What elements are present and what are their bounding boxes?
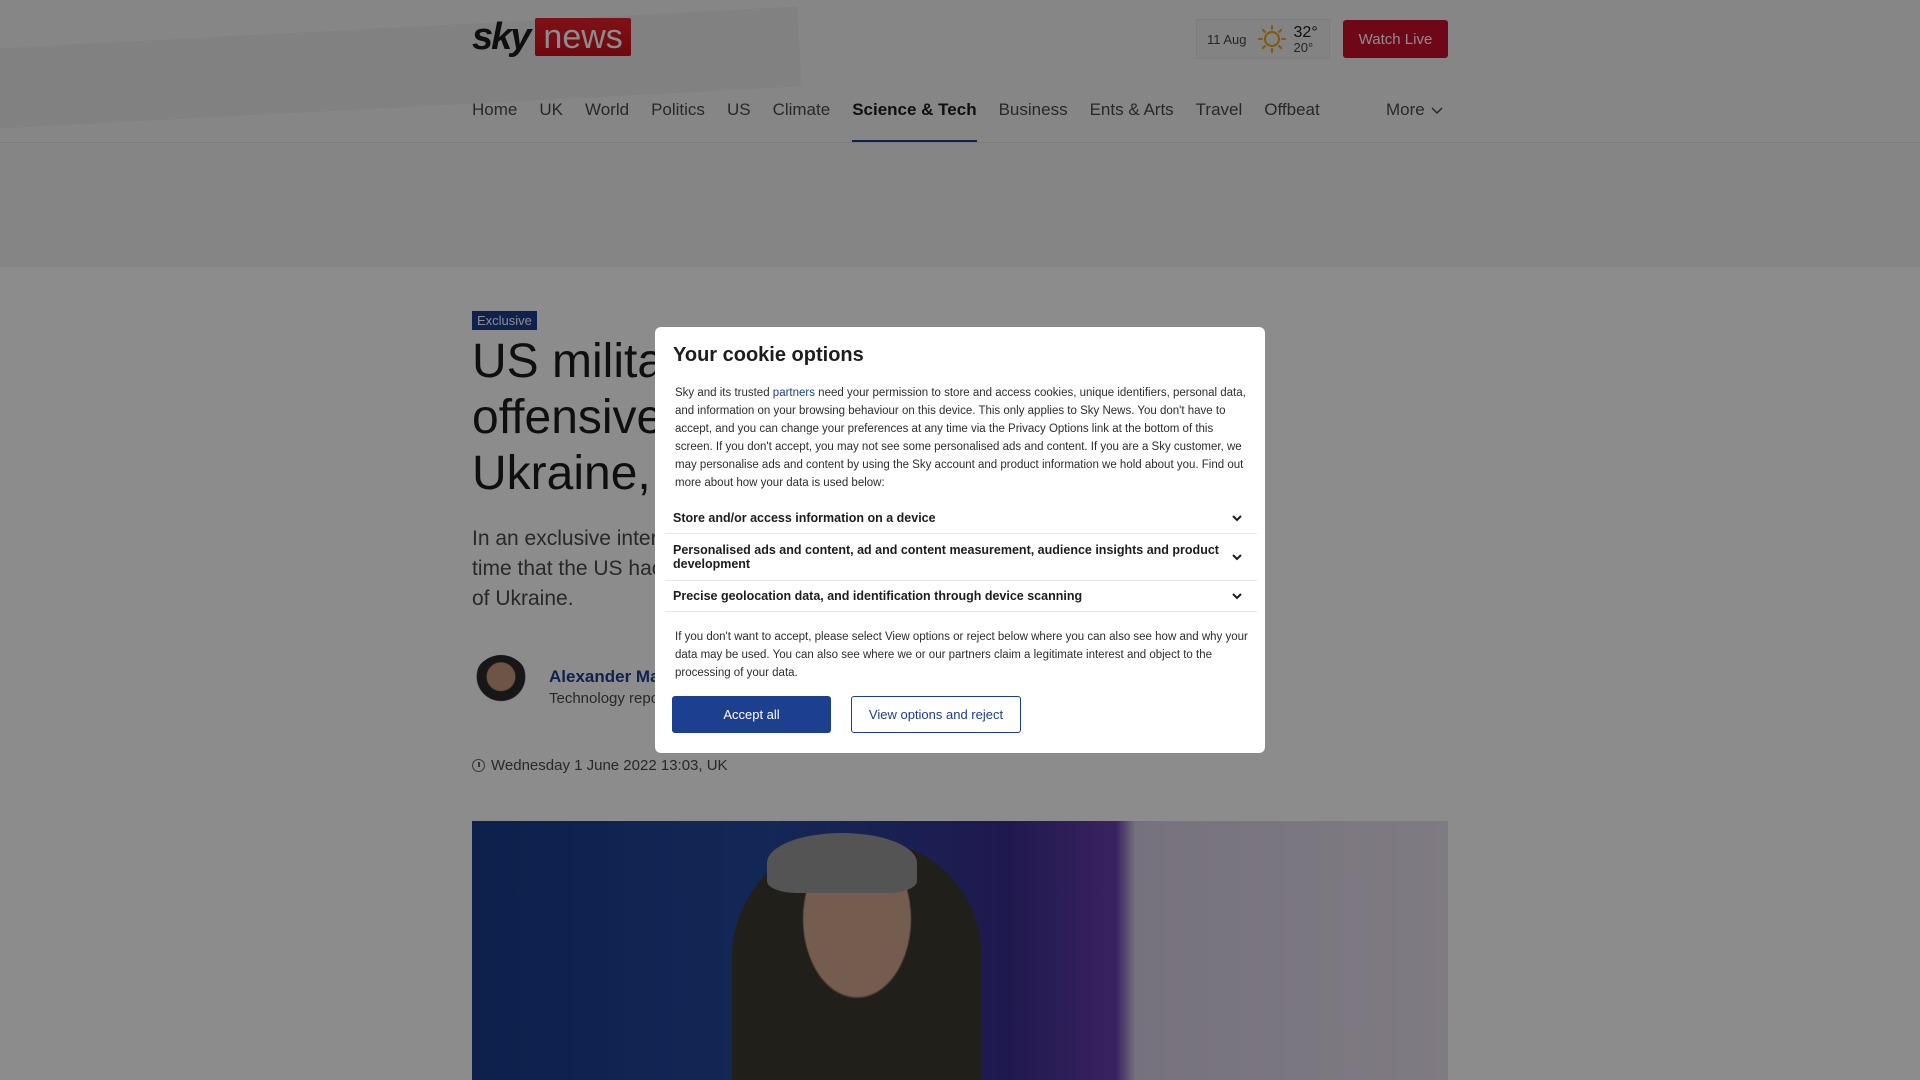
view-options-reject-button[interactable]: View options and reject <box>851 696 1021 733</box>
cookie-intro-rest: need your permission to store and access… <box>675 387 1246 489</box>
cookie-intro-start: Sky and its trusted <box>675 387 773 399</box>
accept-all-button[interactable]: Accept all <box>672 696 831 733</box>
chevron-down-icon <box>1232 554 1242 561</box>
cookie-section-personalised-ads[interactable]: Personalised ads and content, ad and con… <box>665 534 1257 581</box>
cookie-section-geolocation[interactable]: Precise geolocation data, and identifica… <box>665 581 1257 612</box>
cookie-section-label: Personalised ads and content, ad and con… <box>673 543 1219 571</box>
chevron-down-icon <box>1232 593 1242 600</box>
chevron-down-icon <box>1232 514 1242 521</box>
cookie-section-label: Precise geolocation data, and identifica… <box>673 589 1083 603</box>
cookie-intro-text: Sky and its trusted partners need your p… <box>675 384 1253 492</box>
partners-link[interactable]: partners <box>773 387 815 399</box>
cookie-section-label: Store and/or access information on a dev… <box>673 510 936 525</box>
cookie-dialog-title: Your cookie options <box>673 344 864 366</box>
cookie-consent-dialog: Your cookie options Sky and its trusted … <box>655 327 1265 753</box>
cookie-section-store-access[interactable]: Store and/or access information on a dev… <box>665 502 1257 534</box>
cookie-footer-text: If you don't want to accept, please sele… <box>675 631 1248 679</box>
